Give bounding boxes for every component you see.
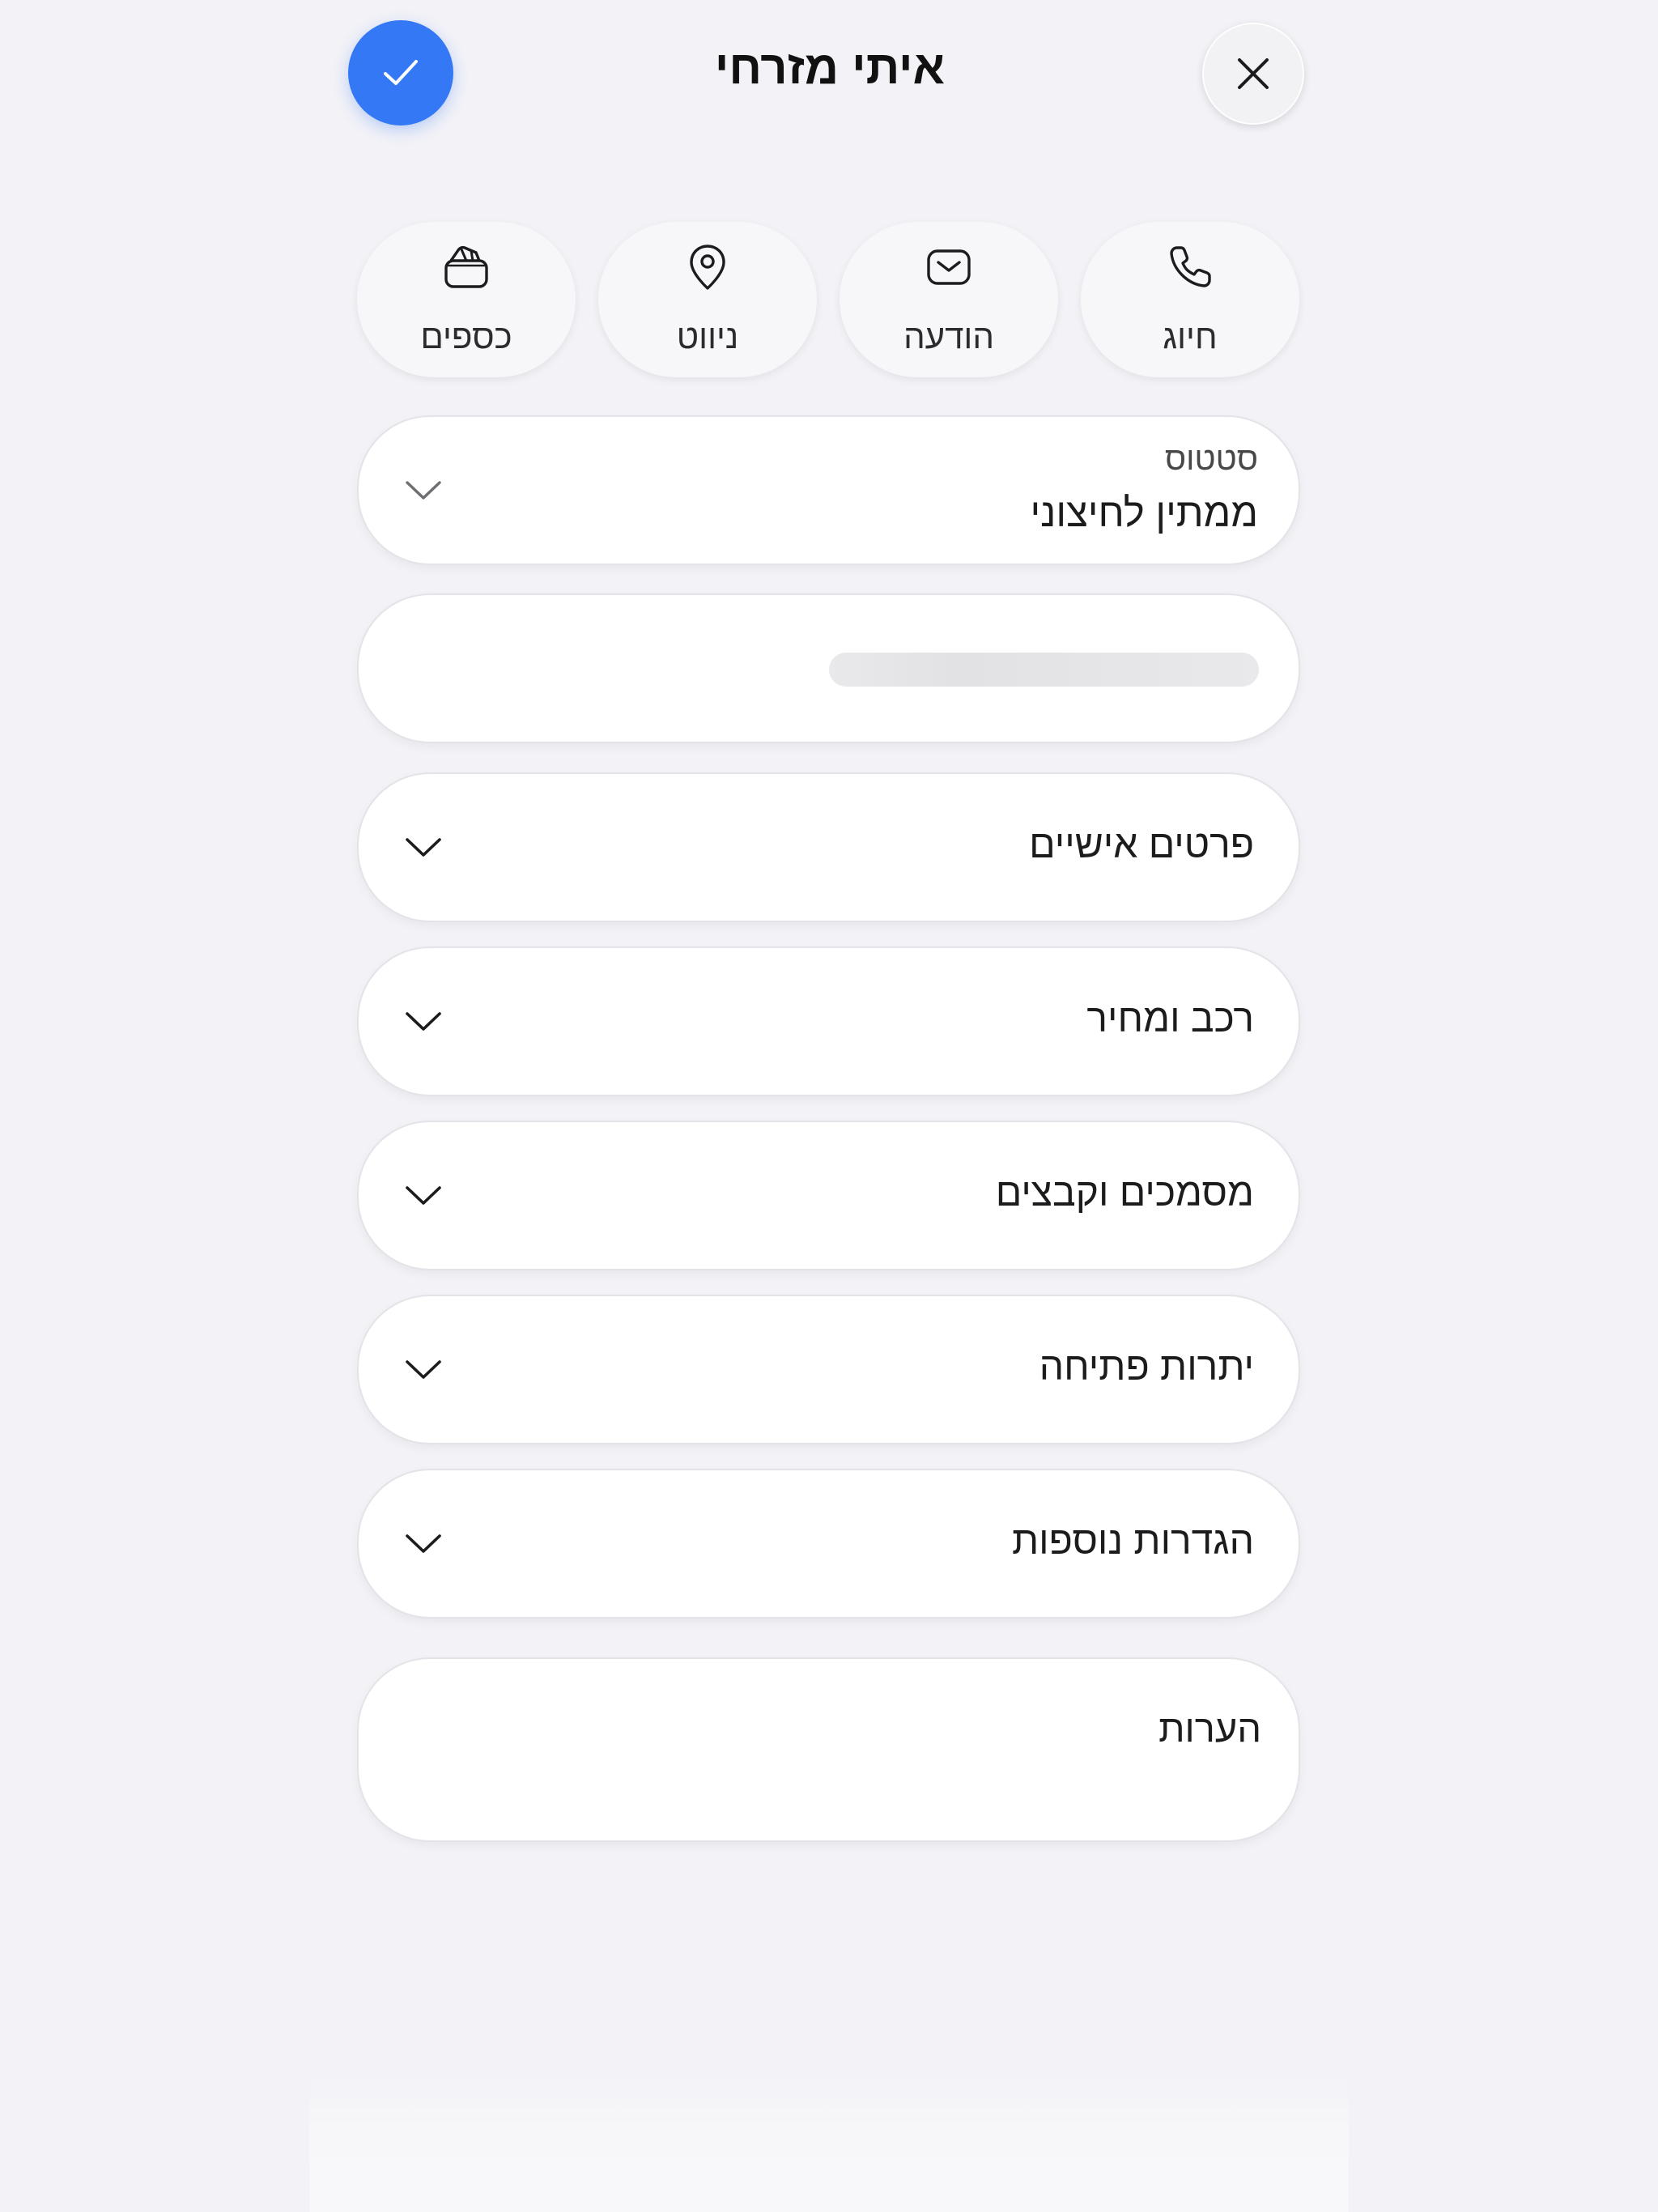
call-action-label: חיוג <box>1163 317 1218 355</box>
close-icon <box>1238 58 1269 89</box>
section-personal-details-title: פרטים אישיים <box>1029 823 1254 866</box>
checkmark-icon <box>384 60 418 85</box>
chevron-down-icon <box>406 838 441 857</box>
contact-edit-screen: איתי מזרחי חיוג הודעה ניווט כספים סטטוס … <box>0 0 1658 2212</box>
call-action-button[interactable]: חיוג <box>1081 222 1299 377</box>
message-action-label: הודעה <box>903 317 994 355</box>
location-pin-icon <box>690 245 725 290</box>
section-additional-settings-title: הגדרות נוספות <box>1012 1520 1254 1563</box>
status-label: סטטוס <box>1164 441 1258 477</box>
section-documents-files-title: מסמכים וקבצים <box>995 1172 1254 1214</box>
confirm-button[interactable] <box>348 20 453 125</box>
status-value: ממתין לחיצוני <box>1030 491 1258 535</box>
chevron-down-icon <box>406 481 441 500</box>
notes-field[interactable] <box>359 1659 1299 1840</box>
message-icon <box>927 249 971 285</box>
message-action-button[interactable]: הודעה <box>840 222 1058 377</box>
wallet-icon <box>444 245 488 288</box>
quick-actions: חיוג הודעה ניווט כספים <box>357 222 1299 377</box>
section-opening-balances-title: יתרות פתיחה <box>1039 1346 1254 1389</box>
bottom-fade <box>309 2069 1349 2212</box>
navigate-action-button[interactable]: ניווט <box>598 222 817 377</box>
finance-action-button[interactable]: כספים <box>357 222 576 377</box>
notes-label: הערות <box>1158 1707 1261 1750</box>
section-vehicle-price-title: רכב ומחיר <box>1086 998 1254 1040</box>
page-title: איתי מזרחי <box>714 41 946 94</box>
loading-placeholder <box>829 653 1259 687</box>
chevron-down-icon <box>406 1534 441 1553</box>
chevron-down-icon <box>406 1186 441 1205</box>
chevron-down-icon <box>406 1360 441 1379</box>
chevron-down-icon <box>406 1012 441 1031</box>
finance-action-label: כספים <box>420 317 512 355</box>
phone-icon <box>1170 246 1211 287</box>
navigate-action-label: ניווט <box>676 317 739 355</box>
close-button[interactable] <box>1202 23 1304 125</box>
